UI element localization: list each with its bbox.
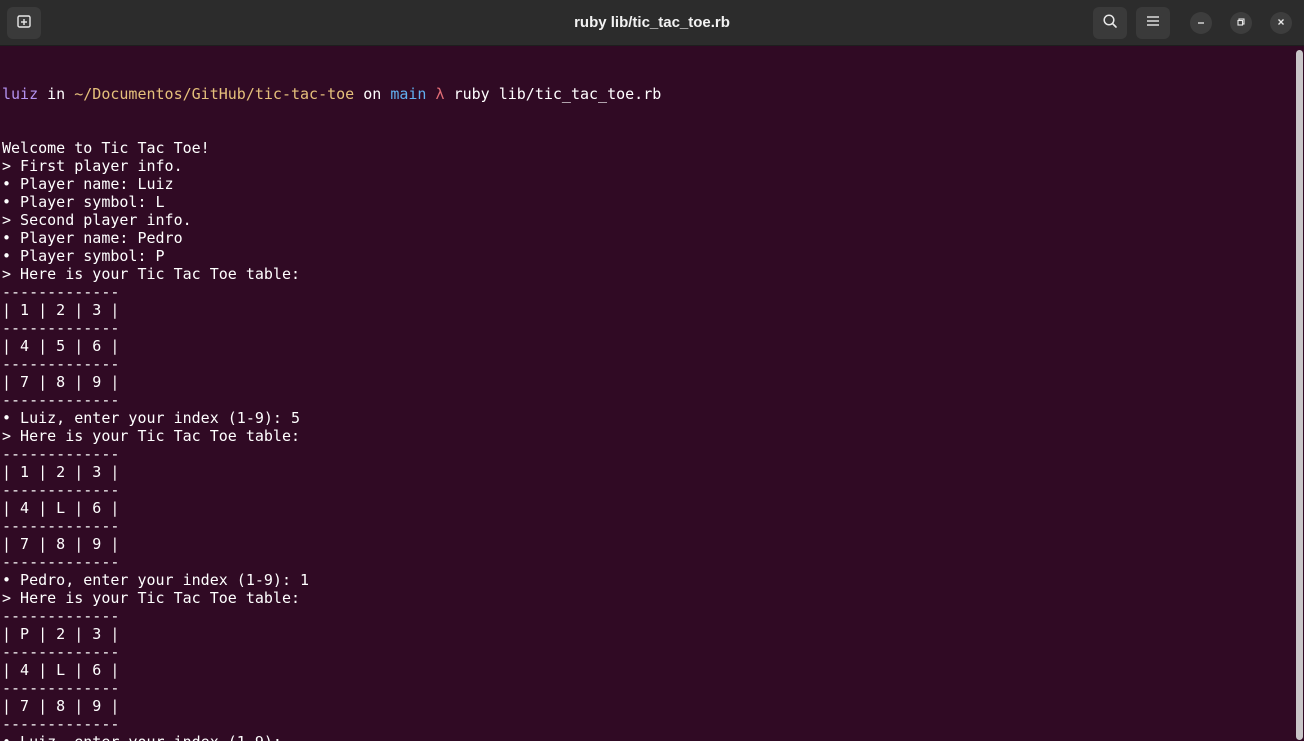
terminal-line: > Here is your Tic Tac Toe table: <box>2 589 301 607</box>
program-output: Welcome to Tic Tac Toe! > First player in… <box>2 139 1294 741</box>
prompt-user: luiz <box>2 85 39 103</box>
prompt-on: on <box>354 85 391 103</box>
search-button[interactable] <box>1093 7 1127 39</box>
terminal-line: | 1 | 2 | 3 | <box>2 463 120 481</box>
terminal-line: ------------- <box>2 391 120 409</box>
terminal-line: • Luiz, enter your index (1-9): <box>2 733 1294 741</box>
hamburger-menu-icon <box>1146 14 1160 32</box>
terminal-output[interactable]: luiz in ~/Documentos/GitHub/tic-tac-toe … <box>0 46 1294 741</box>
terminal-line: • Player name: Pedro <box>2 229 183 247</box>
terminal-line: > Here is your Tic Tac Toe table: <box>2 265 301 283</box>
terminal-line: • Luiz, enter your index (1-9): 5 <box>2 409 301 427</box>
terminal-line: ------------- <box>2 355 120 373</box>
terminal-window: ruby lib/tic_tac_toe.rb luiz in ~/Docume… <box>0 0 1304 741</box>
terminal-line: • Player symbol: P <box>2 247 165 265</box>
terminal-line: | 7 | 8 | 9 | <box>2 697 120 715</box>
close-button[interactable] <box>1270 12 1292 34</box>
terminal-line: Welcome to Tic Tac Toe! <box>2 139 210 157</box>
terminal-line: | P | 2 | 3 | <box>2 625 120 643</box>
prompt-command: ruby lib/tic_tac_toe.rb <box>453 85 662 103</box>
terminal-line: | 7 | 8 | 9 | <box>2 373 120 391</box>
terminal-line: | 4 | 5 | 6 | <box>2 337 120 355</box>
terminal-line: ------------- <box>2 319 120 337</box>
terminal-line: • Player name: Luiz <box>2 175 174 193</box>
menu-button[interactable] <box>1136 7 1170 39</box>
prompt-in: in <box>38 85 75 103</box>
terminal-line: > First player info. <box>2 157 183 175</box>
restore-icon <box>1236 14 1246 32</box>
terminal-line: | 7 | 8 | 9 | <box>2 535 120 553</box>
close-icon <box>1276 14 1286 32</box>
prompt-lambda: λ <box>426 85 454 103</box>
terminal-line: ------------- <box>2 679 120 697</box>
new-tab-button[interactable] <box>7 7 41 39</box>
terminal-line: ------------- <box>2 715 120 733</box>
prompt-branch: main <box>390 85 427 103</box>
minimize-button[interactable] <box>1190 12 1212 34</box>
terminal-line: ------------- <box>2 607 120 625</box>
scrollbar-thumb[interactable] <box>1296 50 1303 740</box>
scrollbar[interactable] <box>1295 46 1304 741</box>
title-bar: ruby lib/tic_tac_toe.rb <box>0 0 1304 46</box>
terminal-line: | 4 | L | 6 | <box>2 499 120 517</box>
terminal-line: ------------- <box>2 553 120 571</box>
minimize-icon <box>1196 14 1206 32</box>
terminal-line: > Second player info. <box>2 211 192 229</box>
terminal-line: • Pedro, enter your index (1-9): 1 <box>2 571 310 589</box>
terminal-line: ------------- <box>2 481 120 499</box>
terminal-line: ------------- <box>2 445 120 463</box>
search-icon <box>1102 13 1118 34</box>
terminal-line: | 1 | 2 | 3 | <box>2 301 120 319</box>
terminal-line: > Here is your Tic Tac Toe table: <box>2 427 301 445</box>
terminal-line: ------------- <box>2 283 120 301</box>
shell-prompt-line: luiz in ~/Documentos/GitHub/tic-tac-toe … <box>2 85 1294 103</box>
maximize-button[interactable] <box>1230 12 1252 34</box>
terminal-line: • Player symbol: L <box>2 193 165 211</box>
terminal-line: | 4 | L | 6 | <box>2 661 120 679</box>
terminal-line: ------------- <box>2 643 120 661</box>
new-tab-icon <box>16 13 32 34</box>
terminal-line: ------------- <box>2 517 120 535</box>
prompt-path: ~/Documentos/GitHub/tic-tac-toe <box>74 85 355 103</box>
